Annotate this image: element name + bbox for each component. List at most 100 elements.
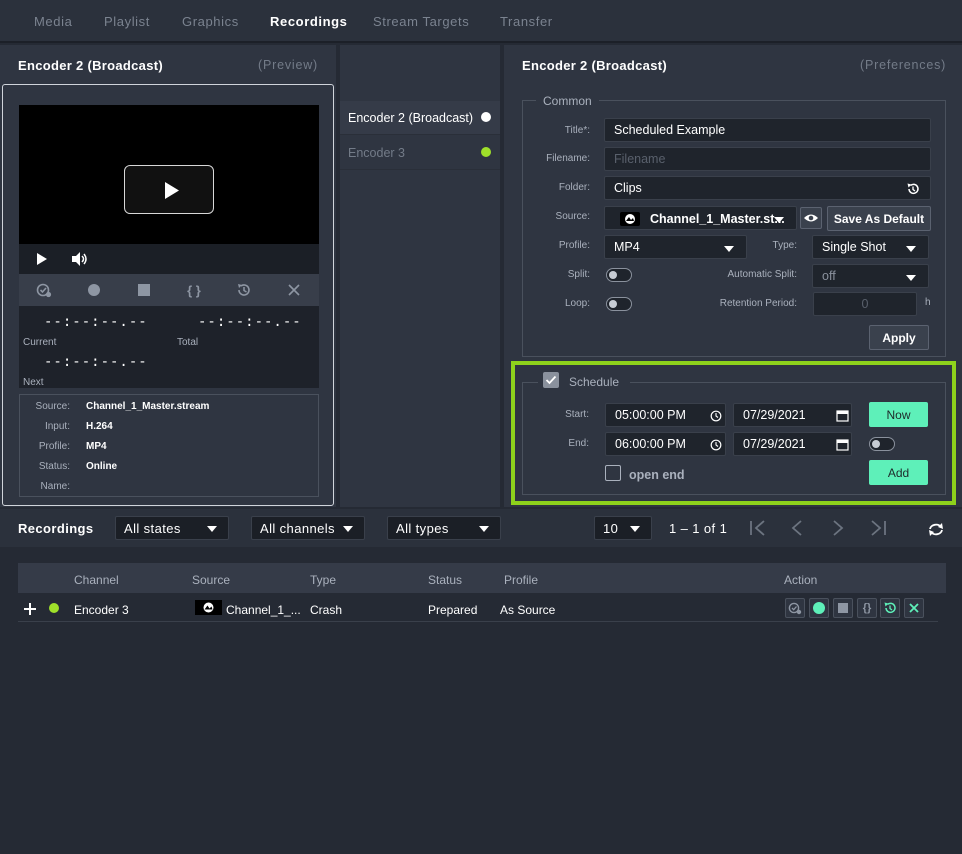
player-controls [19, 244, 319, 274]
expand-icon[interactable] [23, 602, 37, 616]
start-date-value: 07/29/2021 [743, 408, 806, 422]
tab-graphics[interactable]: Graphics [182, 14, 239, 29]
record-icon [813, 602, 825, 614]
json-button[interactable]: { } [169, 274, 219, 306]
info-input-value: H.264 [86, 421, 113, 432]
check-icon [545, 375, 557, 385]
row-stop-button[interactable] [833, 598, 853, 618]
arm-icon [36, 283, 52, 298]
total-label: Total [177, 337, 199, 348]
retention-input[interactable]: 0 [813, 292, 917, 316]
first-page-icon[interactable] [749, 520, 767, 536]
record-button[interactable] [69, 274, 119, 306]
end-toggle[interactable] [869, 437, 895, 451]
types-filter-value: All types [396, 520, 449, 536]
preview-source-button[interactable] [800, 207, 822, 229]
arm-record-button[interactable] [19, 274, 69, 306]
filename-input[interactable]: Filename [604, 147, 931, 171]
source-label: Source: [555, 211, 590, 222]
col-action: Action [784, 573, 818, 587]
stop-icon [838, 603, 848, 613]
source-select[interactable]: Channel_1_Master.st... [604, 206, 797, 230]
reset-button[interactable] [219, 274, 269, 306]
automatic-split-select[interactable]: off [812, 264, 929, 288]
tab-transfer[interactable]: Transfer [500, 14, 553, 29]
schedule-checkbox[interactable] [543, 372, 559, 388]
col-channel: Channel [74, 573, 119, 587]
next-page-icon[interactable] [831, 520, 845, 536]
last-page-icon[interactable] [869, 520, 887, 536]
info-name-label: Name: [40, 481, 70, 492]
states-filter[interactable]: All states [115, 516, 229, 540]
top-nav: Media Playlist Graphics Recordings Strea… [0, 0, 962, 43]
profile-select[interactable]: MP4 [604, 235, 747, 259]
end-label: End: [568, 438, 589, 449]
encoder-item-3[interactable]: Encoder 3 [340, 136, 500, 170]
clear-button[interactable] [269, 274, 319, 306]
status-dot [481, 147, 491, 157]
col-source: Source [192, 573, 231, 587]
row-channel: Encoder 3 [74, 603, 129, 617]
refresh-icon[interactable] [927, 521, 945, 537]
folder-input[interactable]: Clips [604, 176, 931, 200]
chevron-down-icon [774, 217, 784, 223]
total-timecode: --:--:--.-- [198, 314, 302, 330]
stop-button[interactable] [119, 274, 169, 306]
preferences-subtitle: (Preferences) [860, 58, 947, 72]
end-date-input[interactable]: 07/29/2021 [733, 432, 852, 456]
play-icon[interactable] [35, 252, 49, 266]
row-arm-button[interactable] [785, 598, 805, 618]
channels-filter[interactable]: All channels [251, 516, 365, 540]
current-timecode: --:--:--.-- [44, 314, 148, 330]
now-button[interactable]: Now [869, 402, 928, 427]
info-status-label: Status: [38, 461, 70, 472]
history-icon[interactable] [906, 182, 920, 196]
chevron-down-icon [479, 526, 489, 532]
encoder-item-2[interactable]: Encoder 2 (Broadcast) [340, 101, 500, 135]
col-status: Status [428, 573, 463, 587]
row-record-button[interactable] [809, 598, 829, 618]
source-value: Channel_1_Master.st... [650, 212, 785, 226]
add-button[interactable]: Add [869, 460, 928, 485]
page-size-value: 10 [603, 520, 619, 536]
row-reset-button[interactable] [880, 598, 900, 618]
split-toggle[interactable] [606, 268, 632, 282]
folder-label: Folder: [558, 182, 590, 193]
open-end-checkbox[interactable] [605, 465, 621, 481]
big-play-button[interactable] [124, 165, 214, 214]
type-select[interactable]: Single Shot [812, 235, 929, 259]
schedule-legend-label: Schedule [569, 375, 620, 389]
automatic-split-value: off [822, 269, 836, 283]
info-profile-label: Profile: [38, 441, 70, 452]
tab-recordings[interactable]: Recordings [270, 14, 348, 29]
profile-label: Profile: [558, 240, 590, 251]
states-filter-value: All states [124, 520, 181, 536]
loop-toggle[interactable] [606, 297, 632, 311]
tab-playlist[interactable]: Playlist [104, 14, 150, 29]
page-size-select[interactable]: 10 [594, 516, 652, 540]
clock-icon [710, 410, 722, 422]
apply-button[interactable]: Apply [869, 325, 929, 350]
info-source-value: Channel_1_Master.stream [86, 401, 210, 412]
pager-label: 1 – 1 of 1 [669, 521, 728, 536]
row-delete-button[interactable] [904, 598, 924, 618]
calendar-icon [836, 410, 849, 422]
col-profile: Profile [504, 573, 539, 587]
encoder-item-label: Encoder 3 [348, 146, 405, 160]
start-date-input[interactable]: 07/29/2021 [733, 403, 852, 427]
start-time-input[interactable]: 05:00:00 PM [605, 403, 726, 427]
info-source-label: Source: [35, 401, 70, 412]
chevron-down-icon [343, 526, 353, 532]
info-input-label: Input: [44, 421, 70, 432]
tab-stream-targets[interactable]: Stream Targets [373, 14, 469, 29]
save-as-default-button[interactable]: Save As Default [827, 206, 931, 231]
prev-page-icon[interactable] [790, 520, 804, 536]
title-input[interactable]: Scheduled Example [604, 118, 931, 142]
row-json-button[interactable]: {} [857, 598, 877, 618]
end-time-input[interactable]: 06:00:00 PM [605, 432, 726, 456]
tab-media[interactable]: Media [34, 14, 72, 29]
status-dot [49, 603, 59, 613]
types-filter[interactable]: All types [387, 516, 501, 540]
retention-label: Retention Period: [719, 298, 797, 309]
volume-icon[interactable] [71, 251, 89, 267]
